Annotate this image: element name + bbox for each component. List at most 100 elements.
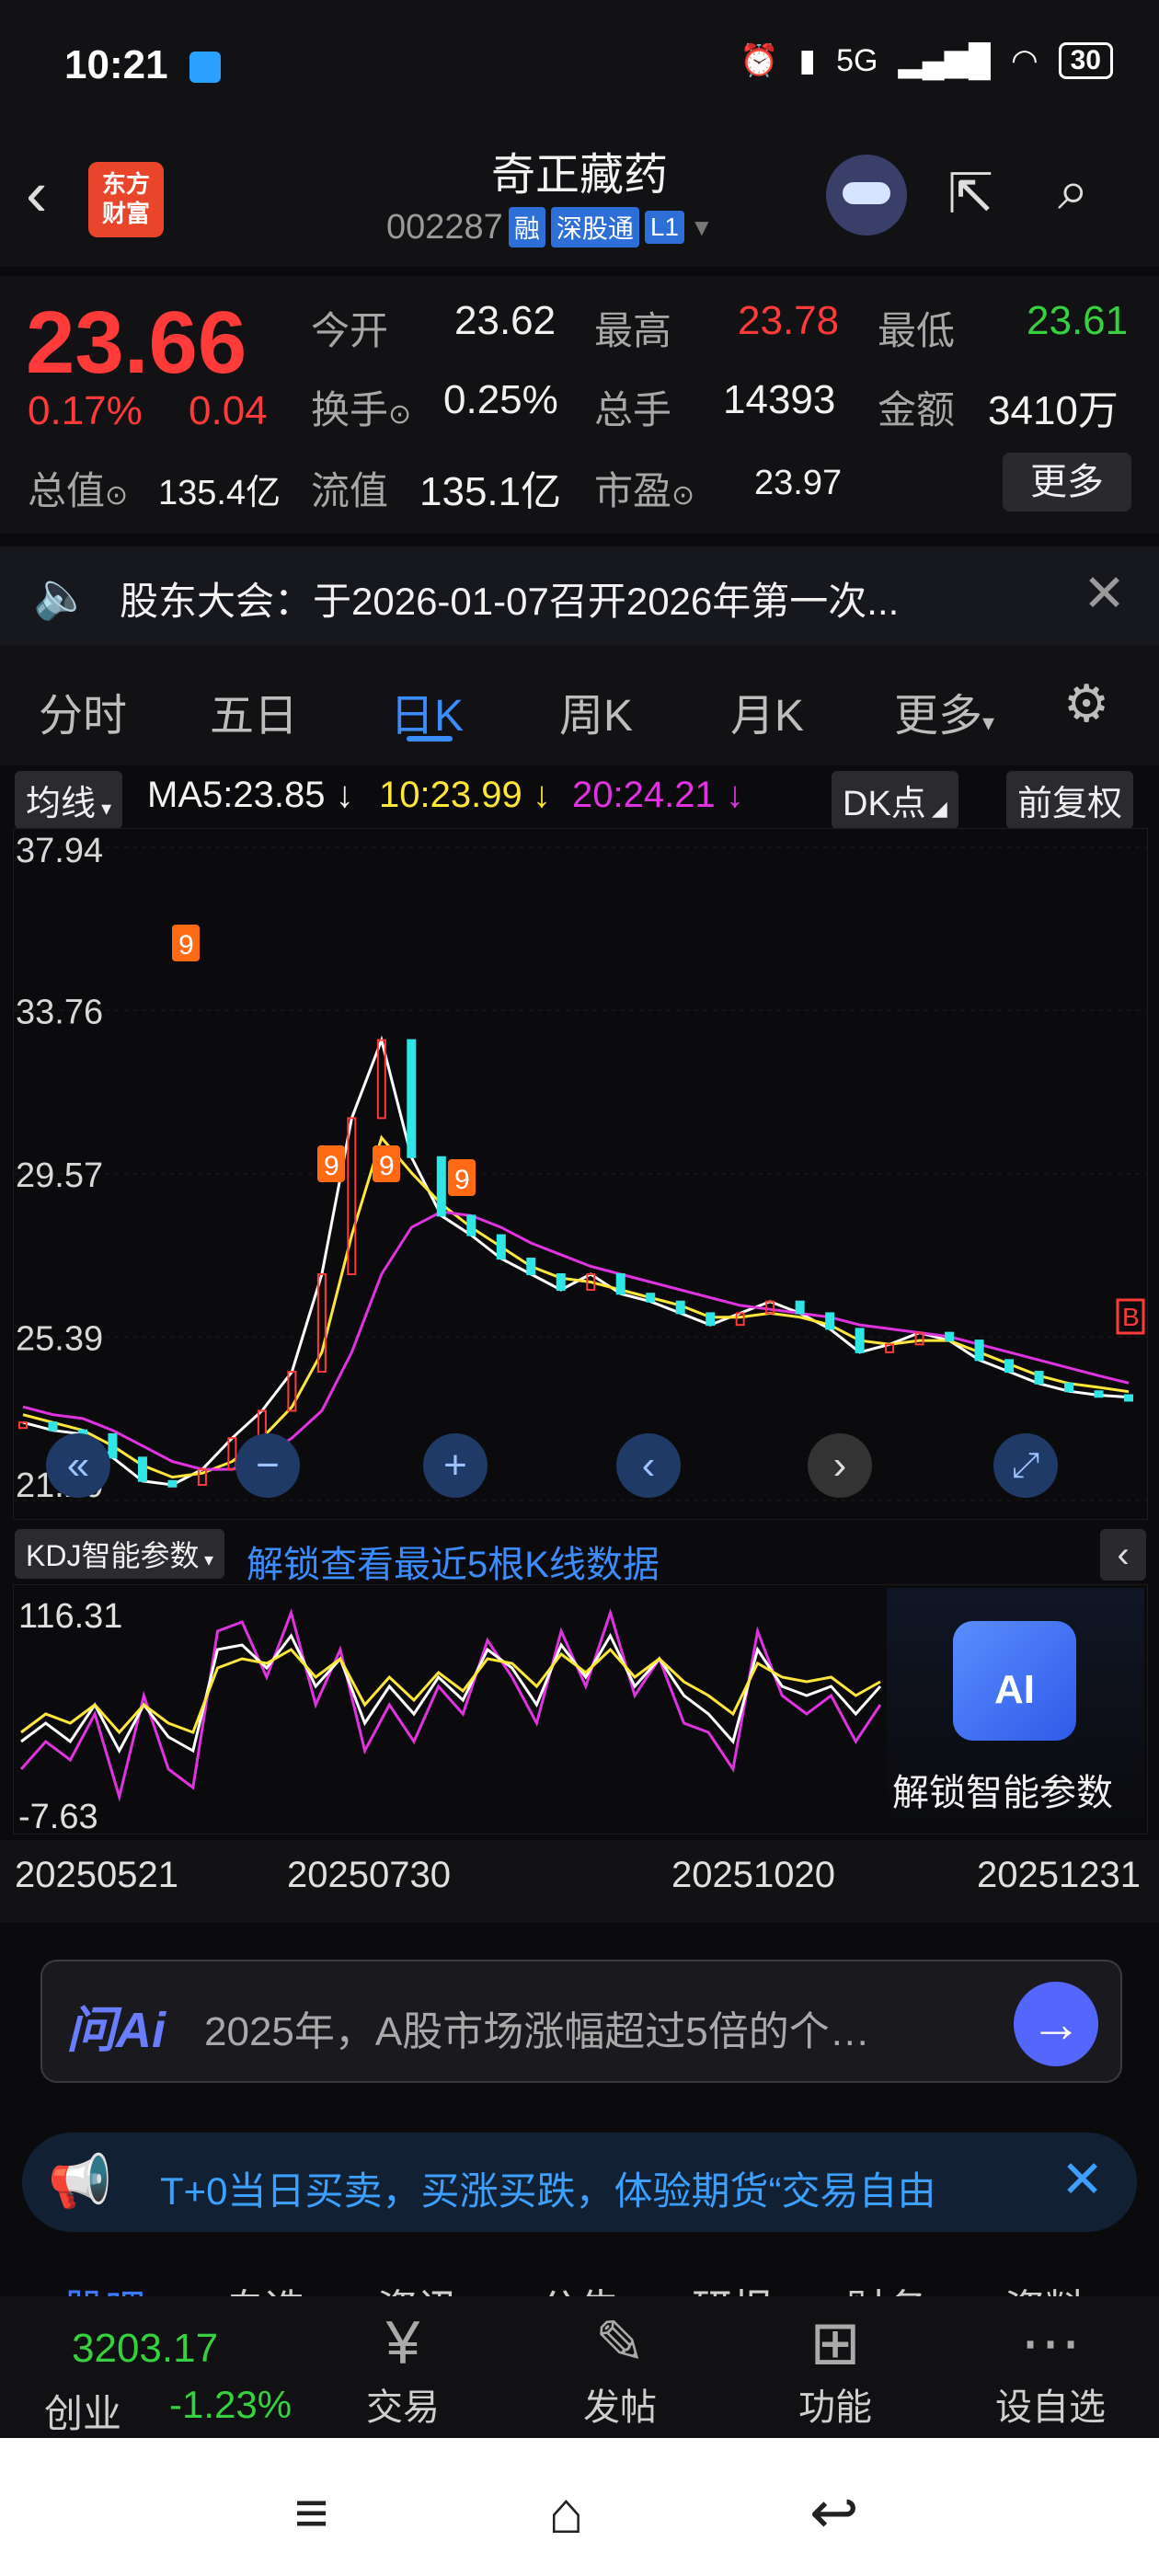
candle	[825, 1312, 835, 1330]
y-tick-label: 37.94	[16, 832, 103, 870]
kdj-selector[interactable]: KDJ智能参数 ▾	[15, 1529, 225, 1579]
close-icon[interactable]: ✕	[1061, 2149, 1104, 2210]
td-signal-nine: 9	[324, 1151, 339, 1181]
info-icon[interactable]: ⊙	[671, 480, 694, 511]
vibrate-icon: ▮	[798, 43, 817, 78]
kdj-unlock-link[interactable]: 解锁查看最近5根K线数据	[247, 1535, 660, 1588]
ma20-value: 20:24.21 ↓	[572, 775, 744, 815]
high-value: 23.78	[738, 298, 840, 343]
tab-intraday[interactable]: 分时	[39, 679, 127, 743]
subtab-announcement[interactable]: 公告	[539, 2276, 620, 2296]
stock-code-line[interactable]: 002287 融 深股通 L1 ▼	[386, 207, 714, 247]
open-value: 23.62	[454, 298, 557, 343]
collapse-icon[interactable]: ‹	[1100, 1529, 1146, 1581]
tab-more[interactable]: 更多▾	[894, 679, 994, 743]
scroll-left-icon[interactable]: «	[46, 1433, 110, 1498]
robot-assistant-icon[interactable]	[826, 155, 907, 236]
subtab-profile[interactable]: 资料	[1004, 2276, 1085, 2296]
arrow-right-icon[interactable]: →	[1014, 1982, 1098, 2066]
candle	[436, 1156, 446, 1217]
system-nav-bar: ≡ ⌂ ↩	[0, 2438, 1159, 2576]
candle	[407, 1039, 417, 1158]
notice-text[interactable]: 股东大会：于2026-01-07召开2026年第一次...	[120, 570, 899, 627]
candle	[1064, 1382, 1074, 1393]
more-button[interactable]: 更多	[1003, 453, 1131, 512]
zoom-in-icon[interactable]: +	[423, 1433, 488, 1498]
search-icon[interactable]: ⌕	[1058, 158, 1122, 223]
candle	[706, 1312, 716, 1327]
info-icon[interactable]: ⊙	[388, 399, 411, 430]
candle	[496, 1234, 506, 1260]
add-watchlist-button[interactable]: ⋯ 设自选	[968, 2296, 1133, 2431]
more-icon: ⋯	[1020, 2308, 1081, 2376]
amount-label: 金额	[878, 388, 956, 431]
indicator-selector[interactable]: 均线 ▾	[15, 771, 123, 829]
next-icon[interactable]: ›	[808, 1433, 872, 1498]
tab-monthly[interactable]: 月K	[730, 679, 804, 743]
wifi-icon: ◠	[1010, 43, 1039, 78]
date-tick: 20250730	[287, 1855, 451, 1895]
trade-button[interactable]: ¥ 交易	[320, 2296, 486, 2431]
volume-label: 总手	[594, 388, 672, 431]
candle	[108, 1432, 118, 1459]
subtab-finance[interactable]: 财务	[846, 2276, 927, 2296]
td-signal-nine: 9	[454, 1165, 470, 1195]
subtab-news[interactable]: 资讯	[377, 2276, 458, 2296]
td-signal-nine: 9	[178, 930, 194, 960]
tab-daily[interactable]: 日K	[390, 679, 464, 743]
close-icon[interactable]: ✕	[1083, 563, 1126, 624]
candle	[167, 1479, 178, 1488]
notice-bar[interactable]: 🔈 股东大会：于2026-01-07召开2026年第一次... ✕	[0, 546, 1159, 646]
dk-point-button[interactable]: DK点 ◢	[832, 771, 958, 829]
settings-gear-icon[interactable]: ⚙	[1063, 673, 1109, 734]
tab-5day[interactable]: 五日	[210, 679, 298, 743]
kdj-line	[19, 1608, 882, 1802]
subtab-research[interactable]: 研报	[692, 2276, 773, 2296]
index-value[interactable]: 3203.17	[72, 2326, 218, 2372]
subtab-watch[interactable]: 自选	[224, 2276, 305, 2296]
menu-icon[interactable]: ≡	[294, 2478, 328, 2547]
candle	[1124, 1394, 1133, 1402]
info-icon[interactable]: ⊙	[105, 480, 128, 511]
candle	[974, 1340, 984, 1362]
ai-question-box[interactable]: 问Ai 2025年，A股市场涨幅超过5倍的个… →	[40, 1960, 1122, 2083]
adjust-button[interactable]: 前复权	[1006, 771, 1134, 829]
network-label: 5G	[836, 42, 878, 78]
date-tick: 20250521	[15, 1855, 178, 1895]
kline-chart[interactable]: 37.9433.7629.5725.3921.209999B	[13, 828, 1148, 1520]
candle	[556, 1273, 566, 1291]
battery-icon: 30	[1058, 42, 1113, 79]
zoom-out-icon[interactable]: −	[235, 1433, 300, 1498]
kline-svg: 37.9433.7629.5725.3921.209999B	[14, 832, 1147, 1505]
candle	[646, 1293, 656, 1303]
kdj-line	[20, 1632, 882, 1754]
prev-icon[interactable]: ‹	[616, 1433, 681, 1498]
stock-code: 002287	[386, 207, 503, 247]
change-amount: 0.04	[189, 388, 268, 433]
tag-level: L1	[644, 211, 684, 244]
series-line-ma5	[22, 1035, 1130, 1487]
y-tick-label: 33.76	[16, 993, 103, 1031]
subtab-forum[interactable]: 股吧	[64, 2276, 145, 2296]
y-tick-label: 29.57	[16, 1156, 103, 1195]
function-button[interactable]: ⊞ 功能	[752, 2296, 918, 2431]
candle	[466, 1214, 476, 1236]
tab-weekly[interactable]: 周K	[559, 679, 633, 743]
active-tab-indicator	[407, 736, 453, 742]
speaker-icon: 🔈	[33, 569, 91, 621]
fullscreen-icon[interactable]: ⤢	[993, 1433, 1058, 1498]
index-name: 创业	[44, 2392, 122, 2435]
ai-chart-icon: AI	[953, 1621, 1076, 1741]
promo-banner[interactable]: 📢 T+0当日买卖，买涨买跌，体验期货“交易自由 ✕	[22, 2133, 1137, 2232]
promo-text[interactable]: T+0当日买卖，买涨买跌，体验期货“交易自由	[160, 2160, 1043, 2216]
home-icon[interactable]: ⌂	[548, 2478, 584, 2547]
post-button[interactable]: ✎ 发帖	[537, 2296, 703, 2431]
back-nav-icon[interactable]: ↩	[809, 2478, 859, 2547]
candle	[1004, 1359, 1015, 1374]
buy-marker-label: B	[1122, 1303, 1140, 1331]
share-icon[interactable]: ⇱	[947, 162, 1012, 226]
ai-unlock-panel[interactable]: AI 解锁智能参数	[887, 1588, 1144, 1825]
ai-question[interactable]: 2025年，A股市场涨幅超过5倍的个…	[204, 1998, 870, 2057]
candle	[137, 1456, 147, 1482]
candle	[1034, 1371, 1044, 1385]
